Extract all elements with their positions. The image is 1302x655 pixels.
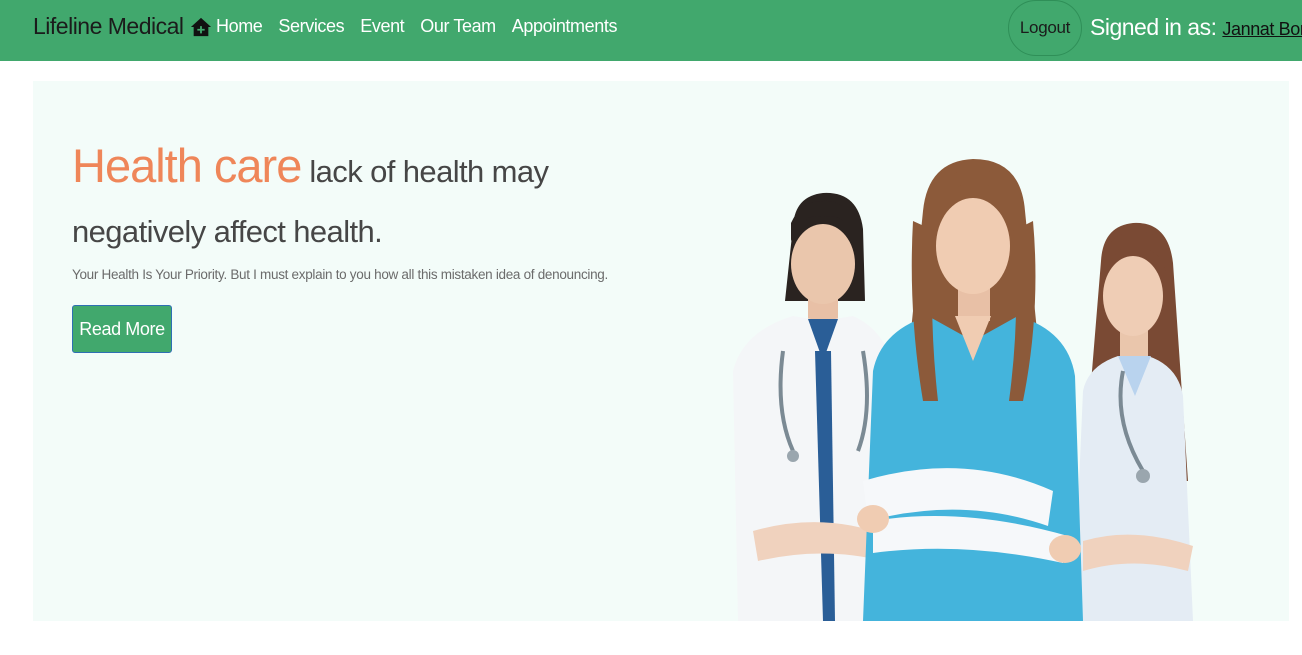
signed-in-label: Signed in as: bbox=[1090, 14, 1217, 40]
signed-in-status: Signed in as: Jannat Borna bbox=[1090, 14, 1302, 41]
home-icon bbox=[190, 17, 211, 36]
hero-title: Health care lack of health may negativel… bbox=[72, 136, 672, 262]
doctor-center bbox=[857, 159, 1083, 621]
user-name-link[interactable]: Jannat Borna bbox=[1222, 19, 1302, 39]
read-more-button[interactable]: Read More bbox=[72, 305, 172, 353]
nav-our-team[interactable]: Our Team bbox=[420, 16, 496, 37]
nav-appointments[interactable]: Appointments bbox=[512, 16, 618, 37]
hero-subtitle: Your Health Is Your Priority. But I must… bbox=[72, 267, 608, 282]
nav-home[interactable]: Home bbox=[216, 16, 263, 37]
top-navbar: Lifeline Medical Home Services Event Our… bbox=[0, 0, 1302, 61]
nav-links: Home Services Event Our Team Appointment… bbox=[216, 16, 617, 37]
hero-title-accent: Health care bbox=[72, 139, 302, 192]
brand-name: Lifeline Medical bbox=[33, 13, 184, 39]
nav-event[interactable]: Event bbox=[360, 16, 404, 37]
doctor-right bbox=[1073, 222, 1193, 621]
nav-services[interactable]: Services bbox=[278, 16, 344, 37]
brand-link[interactable]: Lifeline Medical bbox=[33, 13, 212, 40]
doctors-image bbox=[733, 159, 1193, 621]
logout-button[interactable]: Logout bbox=[1008, 0, 1082, 56]
hero-section: Health care lack of health may negativel… bbox=[33, 81, 1289, 621]
